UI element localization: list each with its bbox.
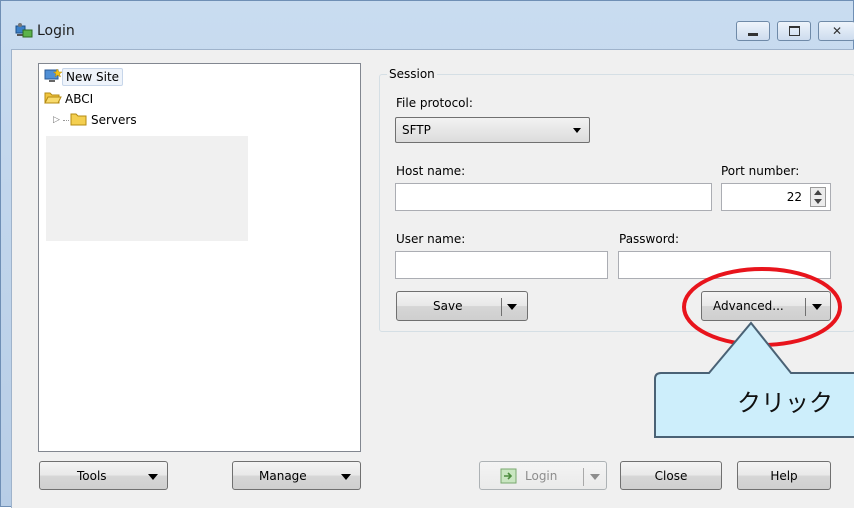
annotation-overlay (654, 267, 854, 438)
highlight-ellipse (682, 267, 842, 347)
callout-text: クリック (737, 389, 833, 417)
callout-bubble (654, 321, 854, 438)
login-window: Login ✕ New Site ABCI ▷ Servers Session … (0, 0, 854, 508)
